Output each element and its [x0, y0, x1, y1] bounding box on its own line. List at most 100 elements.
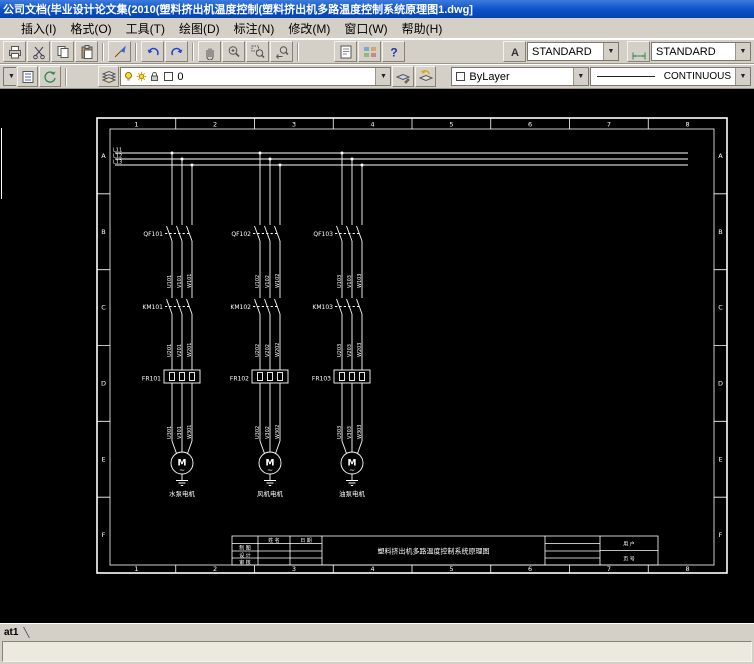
relay-label: FR101	[142, 376, 161, 383]
paste-button[interactable]	[75, 41, 98, 62]
menu-modify[interactable]: 修改(M)	[281, 18, 337, 39]
properties-button[interactable]	[334, 41, 357, 62]
layer-combo[interactable]: 0 ▼	[120, 67, 392, 86]
contactor-label: KM102	[230, 304, 251, 311]
layer-lock-icon[interactable]	[149, 71, 160, 82]
cut-button[interactable]	[27, 41, 50, 62]
grid-row-label: A	[718, 152, 723, 160]
linetype-sample	[596, 76, 655, 77]
pan-button[interactable]	[198, 41, 221, 62]
title-block-row-label: 审 核	[239, 559, 251, 566]
zoom-realtime-button[interactable]	[222, 41, 245, 62]
grid-column-label: 2	[213, 565, 217, 573]
layout-tab-strip: at1	[0, 623, 754, 639]
menu-draw[interactable]: 绘图(D)	[172, 18, 227, 39]
copy-button[interactable]	[51, 41, 74, 62]
make-object-layer-current-button[interactable]	[392, 66, 414, 87]
sheet-icon	[22, 70, 34, 83]
wire-label: V203	[347, 344, 353, 357]
grid-column-label: 7	[607, 121, 611, 129]
regen-button[interactable]	[39, 66, 61, 87]
grid-column-label: 2	[213, 121, 217, 129]
menu-dimension[interactable]: 标注(N)	[227, 18, 282, 39]
wire-label: U201	[167, 344, 173, 357]
toolbar-separator	[102, 42, 104, 61]
title-block-row-label: 制 图	[239, 545, 251, 552]
text-style-combo[interactable]: STANDARD ▼	[527, 42, 619, 61]
grid-column-label: 1	[134, 565, 138, 573]
layout-tab[interactable]: at1	[0, 627, 31, 639]
wire-label: V202	[265, 344, 271, 357]
menu-insert[interactable]: 插入(I)	[14, 18, 63, 39]
model-space-canvas[interactable]: 1 2 3 4 5 6 7 8 1 2 3 4 5 6 7 8 A B C D …	[0, 89, 754, 623]
grid-column-label: 8	[686, 121, 690, 129]
menu-help[interactable]: 帮助(H)	[395, 18, 450, 39]
layer-color-swatch[interactable]	[164, 72, 174, 81]
match-properties-button[interactable]	[108, 41, 131, 62]
tab-edge	[17, 627, 31, 638]
text-style-button[interactable]: A	[503, 41, 526, 62]
layer-previous-button[interactable]	[414, 66, 437, 87]
help-button[interactable]: ?	[382, 41, 405, 62]
matchprop-brush-icon	[114, 45, 126, 57]
standard-toolbar: ? A STANDARD ▼ STANDARD ▼	[0, 39, 754, 64]
current-color-swatch	[456, 72, 466, 81]
text-style-value: STANDARD	[532, 45, 592, 58]
zoom-previous-button[interactable]	[270, 41, 293, 62]
breaker-label: QF101	[143, 231, 163, 238]
designcenter-button[interactable]	[358, 41, 381, 62]
layer-manager-button[interactable]	[97, 66, 120, 87]
zoom-realtime-icon	[228, 45, 240, 57]
grid-row-label: C	[718, 304, 723, 312]
grid-row-label: F	[719, 531, 723, 539]
layer-thaw-sun-icon[interactable]	[136, 71, 147, 82]
layout-tab-label: at1	[4, 627, 19, 638]
chevron-down-icon[interactable]: ▼	[603, 43, 618, 60]
clipped-combo[interactable]: ▼	[3, 67, 19, 86]
refresh-icon	[44, 70, 56, 83]
linetype-combo[interactable]: CONTINUOUS ▼	[589, 67, 752, 86]
chevron-down-icon[interactable]: ▼	[735, 68, 751, 85]
redo-button[interactable]	[165, 41, 188, 62]
wire-label: W303	[357, 425, 363, 440]
named-views-button[interactable]	[17, 66, 39, 87]
grid-row-label: F	[102, 531, 106, 539]
chevron-down-icon[interactable]: ▼	[572, 68, 588, 85]
relay-label: FR103	[312, 376, 331, 383]
chevron-down-icon[interactable]: ▼	[375, 68, 391, 85]
command-line-area[interactable]	[0, 639, 754, 664]
menu-window[interactable]: 窗口(W)	[337, 18, 394, 39]
grid-row-label: B	[101, 228, 105, 236]
chevron-down-icon[interactable]: ▼	[735, 43, 750, 60]
wire-label: V101	[177, 275, 183, 288]
motor-tilde: ~	[179, 467, 185, 475]
dim-style-combo[interactable]: STANDARD ▼	[651, 42, 751, 61]
redo-icon	[170, 47, 182, 55]
print-button[interactable]	[3, 41, 26, 62]
wire-label: V102	[265, 275, 271, 288]
menu-tools[interactable]: 工具(T)	[119, 18, 172, 39]
wire-label: W101	[187, 274, 193, 289]
color-combo[interactable]: ByLayer ▼	[451, 67, 589, 86]
command-input[interactable]	[2, 641, 752, 662]
title-block-row-label: 设 计	[239, 552, 251, 559]
undo-button[interactable]	[141, 41, 164, 62]
grid-column-label: 5	[449, 121, 453, 129]
toolbar-separator	[64, 67, 67, 86]
menu-bar: 插入(I) 格式(O) 工具(T) 绘图(D) 标注(N) 修改(M) 窗口(W…	[0, 18, 754, 39]
scissors-icon	[32, 46, 45, 59]
undo-icon	[147, 47, 159, 55]
menu-format[interactable]: 格式(O)	[63, 18, 118, 39]
autocad-window: 公司文档(毕业设计论文集(2010(塑料挤出机温度控制(塑料挤出机多路温度控制系…	[0, 0, 754, 664]
zoom-window-button[interactable]	[246, 41, 269, 62]
motor-tilde: ~	[267, 467, 273, 475]
wire-label: W201	[187, 343, 193, 358]
dim-style-button[interactable]	[627, 41, 650, 62]
text-style-icon: A	[511, 47, 519, 59]
title-bar: 公司文档(毕业设计论文集(2010(塑料挤出机温度控制(塑料挤出机多路温度控制系…	[0, 0, 754, 18]
layer-on-bulb-icon[interactable]	[123, 71, 134, 82]
current-color-value: ByLayer	[469, 70, 510, 83]
grid-column-label: 6	[528, 121, 532, 129]
wire-label: W301	[187, 425, 193, 440]
wire-label: W302	[275, 425, 281, 440]
